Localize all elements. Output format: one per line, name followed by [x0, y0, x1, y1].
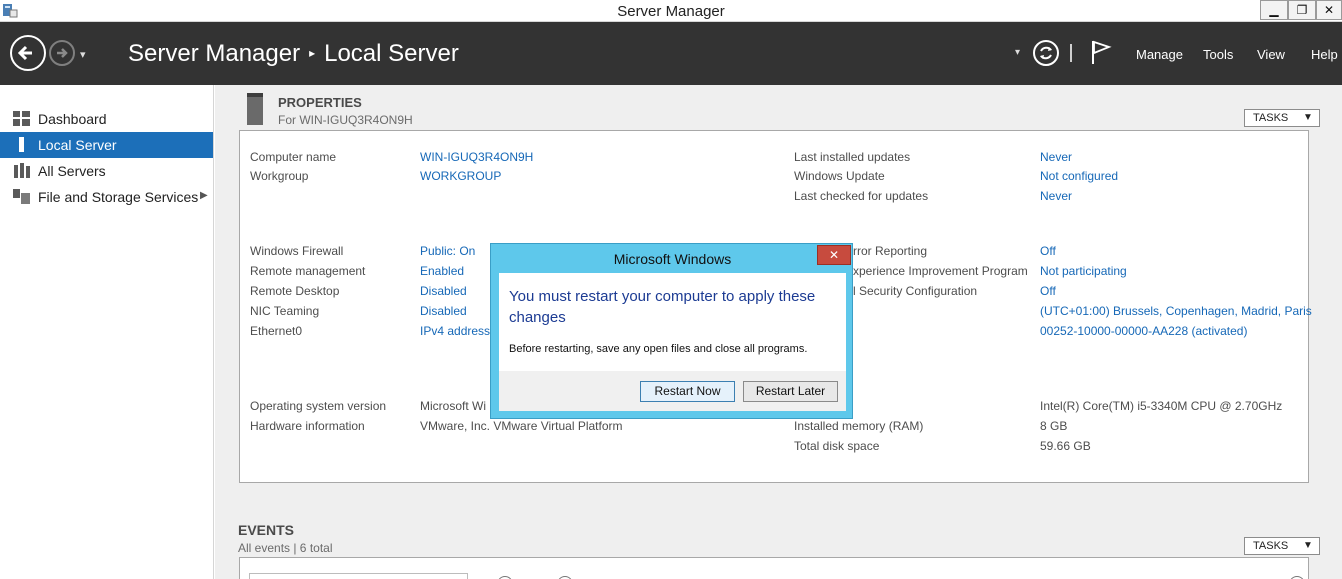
prop-label: l Security Configuration [853, 284, 978, 298]
tasks-label: TASKS [1253, 540, 1289, 552]
minimize-button[interactable]: ▁ [1260, 0, 1288, 20]
prop-value-link[interactable]: Off [1040, 284, 1056, 298]
sidebar-item-label: Dashboard [38, 111, 107, 127]
dashboard-icon [13, 111, 30, 126]
prop-label: Windows Update [794, 169, 885, 183]
prop-value-link[interactable]: Never [1040, 189, 1072, 203]
menu-manage[interactable]: Manage [1136, 47, 1183, 62]
restart-later-button[interactable]: Restart Later [743, 381, 838, 402]
restart-dialog: Microsoft Windows ✕ You must restart you… [490, 243, 853, 419]
properties-subtitle: For WIN-IGUQ3R4ON9H [278, 113, 413, 127]
prop-value-link[interactable]: Not participating [1040, 264, 1127, 278]
history-dropdown[interactable]: ▾ [80, 48, 86, 61]
prop-label: Installed memory (RAM) [794, 419, 924, 433]
prop-label: NIC Teaming [250, 304, 320, 318]
prop-value-link[interactable]: Not configured [1040, 169, 1118, 183]
prop-value-link[interactable]: Disabled [420, 304, 467, 318]
local-server-icon [19, 137, 24, 152]
properties-title: PROPERTIES [278, 95, 362, 110]
menu-view[interactable]: View [1257, 47, 1285, 62]
notifications-flag-icon[interactable] [1090, 39, 1112, 65]
all-servers-icon [14, 163, 30, 178]
prop-value: 8 GB [1040, 419, 1068, 433]
tasks-label: TASKS [1253, 112, 1289, 124]
prop-label: Ethernet0 [250, 324, 303, 338]
prop-value-link[interactable]: WORKGROUP [420, 169, 501, 183]
properties-tasks-button[interactable]: TASKS ▼ [1244, 109, 1320, 127]
prop-value: 59.66 GB [1040, 439, 1091, 453]
dialog-message: You must restart your computer to apply … [509, 288, 816, 326]
breadcrumb: Server Manager ▸ Local Server [128, 40, 459, 68]
restart-now-button[interactable]: Restart Now [640, 381, 735, 402]
events-subtitle: All events | 6 total [238, 541, 333, 555]
app-header: ▾ Server Manager ▸ Local Server ▾ Manage T… [0, 22, 1342, 85]
breadcrumb-separator-icon: ▸ [309, 46, 316, 60]
sidebar-item-file-storage[interactable]: File and Storage Services ▶ [0, 184, 213, 210]
dialog-title: Microsoft Windows [613, 251, 732, 267]
header-divider [1070, 44, 1072, 62]
prop-label: Remote Desktop [250, 284, 340, 298]
prop-label: rror Reporting [853, 244, 928, 258]
prop-label: Last checked for updates [794, 189, 929, 203]
close-window-button[interactable]: ✕ [1316, 0, 1342, 20]
dialog-close-button[interactable]: ✕ [817, 245, 851, 265]
sidebar-item-dashboard[interactable]: Dashboard [0, 106, 213, 132]
prop-label: Remote management [250, 264, 366, 278]
caret-down-icon: ▼ [1303, 540, 1313, 551]
prop-value: VMware, Inc. VMware Virtual Platform [420, 419, 623, 433]
breadcrumb-app[interactable]: Server Manager [128, 40, 300, 67]
prop-value-link[interactable]: Enabled [420, 264, 464, 278]
refresh-icon [1040, 46, 1052, 60]
menu-help[interactable]: Help [1311, 47, 1338, 62]
prop-label: Hardware information [250, 419, 365, 433]
dialog-detail: Before restarting, save any open files a… [509, 343, 808, 355]
sidebar-item-all-servers[interactable]: All Servers [0, 158, 213, 184]
events-panel [239, 557, 1309, 579]
prop-value-link[interactable]: Public: On [420, 244, 475, 258]
prop-label: Total disk space [794, 439, 880, 453]
prop-value: Microsoft Wi [420, 399, 486, 413]
prop-label: Windows Firewall [250, 244, 344, 258]
prop-value: Intel(R) Core(TM) i5-3340M CPU @ 2.70GHz [1040, 399, 1283, 413]
prop-value-link[interactable]: WIN-IGUQ3R4ON9H [420, 150, 533, 164]
sidebar-item-label: All Servers [38, 163, 106, 179]
prop-label: Computer name [250, 150, 337, 164]
sidebar: Dashboard Local Server All Servers File … [0, 85, 214, 579]
storage-icon [13, 189, 30, 204]
sidebar-item-label: Local Server [38, 137, 117, 153]
refresh-dropdown[interactable]: ▾ [1015, 47, 1020, 58]
prop-label: Workgroup [250, 169, 309, 183]
prop-value-link[interactable]: Never [1040, 150, 1072, 164]
back-button[interactable] [10, 35, 46, 71]
prop-value-link[interactable]: 00252-10000-00000-AA228 (activated) [1040, 324, 1247, 338]
prop-value-link[interactable]: Off [1040, 244, 1056, 258]
arrow-left-icon [17, 45, 32, 61]
dialog-body: You must restart your computer to apply … [499, 273, 846, 371]
prop-value-link[interactable]: IPv4 address [420, 324, 490, 338]
forward-button[interactable] [49, 40, 75, 66]
restore-button[interactable]: ❐ [1288, 0, 1316, 20]
events-title: EVENTS [238, 522, 295, 538]
prop-label: Operating system version [250, 399, 387, 413]
prop-value-link[interactable]: (UTC+01:00) Brussels, Copenhagen, Madrid… [1040, 304, 1312, 318]
window-title: Server Manager [617, 3, 725, 20]
sidebar-item-local-server[interactable]: Local Server [0, 132, 213, 158]
sidebar-item-label: File and Storage Services [38, 189, 199, 205]
breadcrumb-page: Local Server [324, 40, 459, 67]
caret-down-icon: ▼ [1303, 112, 1313, 123]
events-filter-input[interactable] [249, 573, 468, 579]
chevron-right-icon[interactable]: ▶ [200, 190, 208, 201]
refresh-button[interactable] [1033, 40, 1059, 66]
menu-tools[interactable]: Tools [1203, 47, 1233, 62]
events-tasks-button[interactable]: TASKS ▼ [1244, 537, 1320, 555]
prop-value-link[interactable]: Disabled [420, 284, 467, 298]
server-properties-icon [247, 93, 263, 125]
prop-label: Last installed updates [794, 150, 911, 164]
dialog-footer: Restart Now Restart Later [499, 371, 846, 411]
arrow-right-icon [57, 48, 68, 58]
prop-label: xperience Improvement Program [853, 264, 1028, 278]
window-titlebar: Server Manager ▁ ❐ ✕ [0, 0, 1342, 22]
